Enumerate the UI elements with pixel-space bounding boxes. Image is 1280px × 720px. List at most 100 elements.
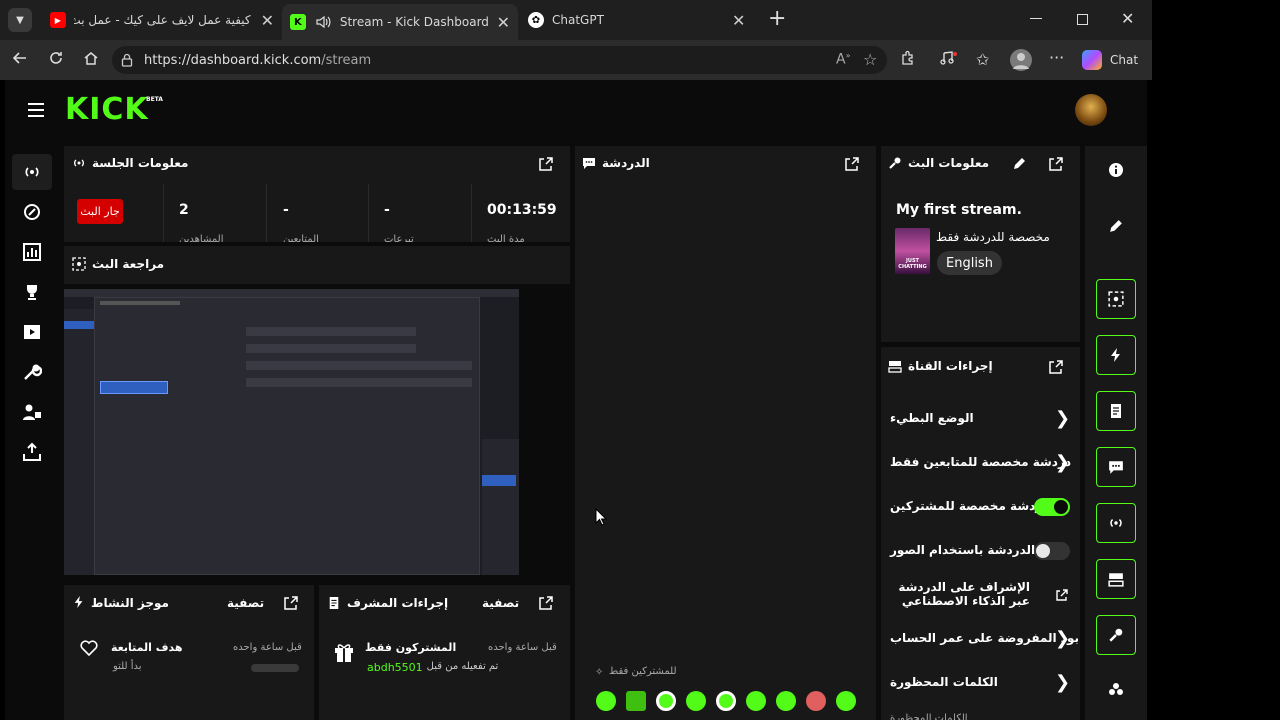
emote-icon[interactable] bbox=[596, 691, 616, 711]
screen-edge bbox=[1152, 0, 1280, 720]
emote-icon[interactable] bbox=[716, 691, 736, 711]
wrench-icon bbox=[1109, 628, 1123, 642]
user-avatar[interactable] bbox=[1075, 94, 1107, 126]
language-tag: English bbox=[937, 251, 1002, 275]
chevron-right-icon[interactable]: ❯ bbox=[1055, 628, 1070, 649]
stream-duration: 00:13:59 bbox=[487, 202, 557, 218]
nav-stream-icon[interactable] bbox=[22, 162, 42, 182]
emote-icon[interactable] bbox=[776, 691, 796, 711]
chat-panel bbox=[575, 146, 876, 720]
emote-icon[interactable] bbox=[836, 691, 856, 711]
popout-icon[interactable] bbox=[283, 595, 299, 611]
tab-list-button[interactable]: ▼ bbox=[8, 8, 32, 32]
read-aloud-icon[interactable]: A» bbox=[836, 51, 850, 68]
favorite-star-icon[interactable]: ☆ bbox=[863, 50, 877, 69]
new-tab-button[interactable]: + bbox=[768, 8, 786, 30]
stream-title-text: My first stream. bbox=[896, 202, 1022, 218]
emote-icon[interactable] bbox=[626, 691, 646, 711]
ai-moderation-label: الإشراف على الدردشة عبر الذكاء الاصطناعي bbox=[898, 580, 1030, 608]
lock-icon[interactable] bbox=[121, 53, 133, 67]
lightning-icon bbox=[1111, 348, 1120, 362]
beta-badge: BETA bbox=[146, 96, 163, 103]
popout-icon[interactable] bbox=[1048, 359, 1064, 375]
nav-wrench-icon[interactable] bbox=[22, 362, 42, 382]
document-icon bbox=[1111, 404, 1121, 418]
quick-action-lightning[interactable] bbox=[1096, 335, 1136, 375]
quick-action-chat[interactable] bbox=[1096, 447, 1136, 487]
profile-avatar-icon[interactable] bbox=[1010, 49, 1032, 71]
url-text[interactable]: https://dashboard.kick.com/stream bbox=[144, 53, 371, 68]
nav-link-icon[interactable] bbox=[22, 202, 42, 222]
quick-action-channel-actions[interactable] bbox=[1096, 559, 1136, 599]
close-tab-icon[interactable]: ✕ bbox=[261, 11, 274, 30]
moderator-username[interactable]: abdh5501 bbox=[367, 661, 423, 674]
chevron-right-icon[interactable]: ❯ bbox=[1055, 672, 1070, 693]
media-icon[interactable] bbox=[940, 50, 958, 66]
follow-goal-title: هدف المتابعة bbox=[111, 641, 183, 654]
maximize-button[interactable] bbox=[1077, 14, 1088, 25]
subscribers-only-icon: ✧ bbox=[595, 667, 604, 678]
quick-action-camera[interactable] bbox=[1096, 279, 1136, 319]
close-tab-icon[interactable]: ✕ bbox=[497, 13, 510, 32]
divider bbox=[368, 184, 369, 242]
popout-icon[interactable] bbox=[844, 156, 860, 172]
subscribers-only-toggle[interactable] bbox=[1034, 498, 1070, 516]
collections-icon[interactable]: ✩ bbox=[976, 50, 989, 69]
nav-video-icon[interactable] bbox=[22, 322, 42, 342]
popout-icon[interactable] bbox=[538, 156, 554, 172]
minimize-button[interactable] bbox=[1030, 18, 1042, 19]
document-icon bbox=[328, 596, 340, 610]
emote-only-toggle[interactable] bbox=[1034, 542, 1070, 560]
more-menu-icon[interactable]: ··· bbox=[1049, 48, 1064, 67]
kick-logo[interactable]: KICK bbox=[65, 92, 149, 128]
emote-bar[interactable] bbox=[596, 689, 856, 713]
chevron-right-icon[interactable]: ❯ bbox=[1055, 408, 1070, 429]
quick-action-wrench[interactable] bbox=[1096, 615, 1136, 655]
community-icon[interactable] bbox=[1107, 681, 1125, 699]
close-tab-icon[interactable]: ✕ bbox=[732, 11, 745, 30]
emote-icon[interactable] bbox=[746, 691, 766, 711]
emote-icon[interactable] bbox=[656, 691, 676, 711]
info-icon[interactable] bbox=[1108, 162, 1124, 178]
tab-kick-dashboard[interactable]: K Stream - Kick Dashboard ✕ bbox=[282, 4, 518, 40]
edit-pencil-icon[interactable] bbox=[1012, 156, 1027, 171]
nav-analytics-icon[interactable] bbox=[22, 242, 42, 262]
mouse-cursor-icon bbox=[595, 508, 607, 526]
donations-count: - bbox=[384, 202, 390, 218]
activity-filter-button[interactable]: تصفية bbox=[227, 596, 264, 610]
nav-community-icon[interactable] bbox=[22, 402, 42, 422]
speaker-icon[interactable] bbox=[316, 15, 332, 29]
copilot-button[interactable]: Chat bbox=[1082, 50, 1138, 70]
edit-pencil-icon[interactable] bbox=[1108, 218, 1124, 234]
follow-goal-progress bbox=[251, 664, 299, 672]
quick-action-document[interactable] bbox=[1096, 391, 1136, 431]
refresh-button[interactable] bbox=[48, 50, 64, 66]
live-badge: جار البث bbox=[77, 199, 123, 224]
home-button[interactable] bbox=[83, 50, 99, 66]
activity-time: قبل ساعة واحده bbox=[233, 642, 302, 653]
tab-youtube[interactable]: ▶ كيفية عمل لايف على كيك - عمل بث ✕ bbox=[44, 6, 280, 34]
hamburger-menu-icon[interactable] bbox=[27, 102, 45, 118]
nav-trophy-icon[interactable] bbox=[22, 282, 42, 302]
extensions-icon[interactable] bbox=[900, 50, 916, 66]
divider bbox=[163, 184, 164, 242]
preview-camera-icon bbox=[72, 257, 86, 271]
quick-action-broadcast[interactable] bbox=[1096, 503, 1136, 543]
chatgpt-icon: ✿ bbox=[528, 12, 544, 28]
emote-icon[interactable] bbox=[686, 691, 706, 711]
emote-icon[interactable] bbox=[806, 691, 826, 711]
category-name: مخصصة للدردشة فقط bbox=[936, 230, 1050, 244]
stream-preview-video[interactable] bbox=[64, 289, 519, 575]
close-window-button[interactable]: ✕ bbox=[1121, 9, 1134, 28]
nav-upload-icon[interactable] bbox=[22, 442, 42, 462]
chevron-right-icon[interactable]: ❯ bbox=[1055, 452, 1070, 473]
mod-actions-title: إجراءات المشرف bbox=[347, 596, 449, 610]
mod-filter-button[interactable]: تصفية bbox=[482, 596, 519, 610]
external-link-icon[interactable] bbox=[1055, 588, 1069, 602]
back-button[interactable] bbox=[12, 50, 28, 66]
popout-icon[interactable] bbox=[538, 595, 554, 611]
tab-chatgpt[interactable]: ✿ ChatGPT ✕ bbox=[522, 6, 758, 34]
emote-only-label: ...الدردشة باستخدام الصور bbox=[890, 543, 1049, 557]
channel-actions-title: إجراءات القناة bbox=[908, 359, 993, 373]
popout-icon[interactable] bbox=[1048, 156, 1064, 172]
